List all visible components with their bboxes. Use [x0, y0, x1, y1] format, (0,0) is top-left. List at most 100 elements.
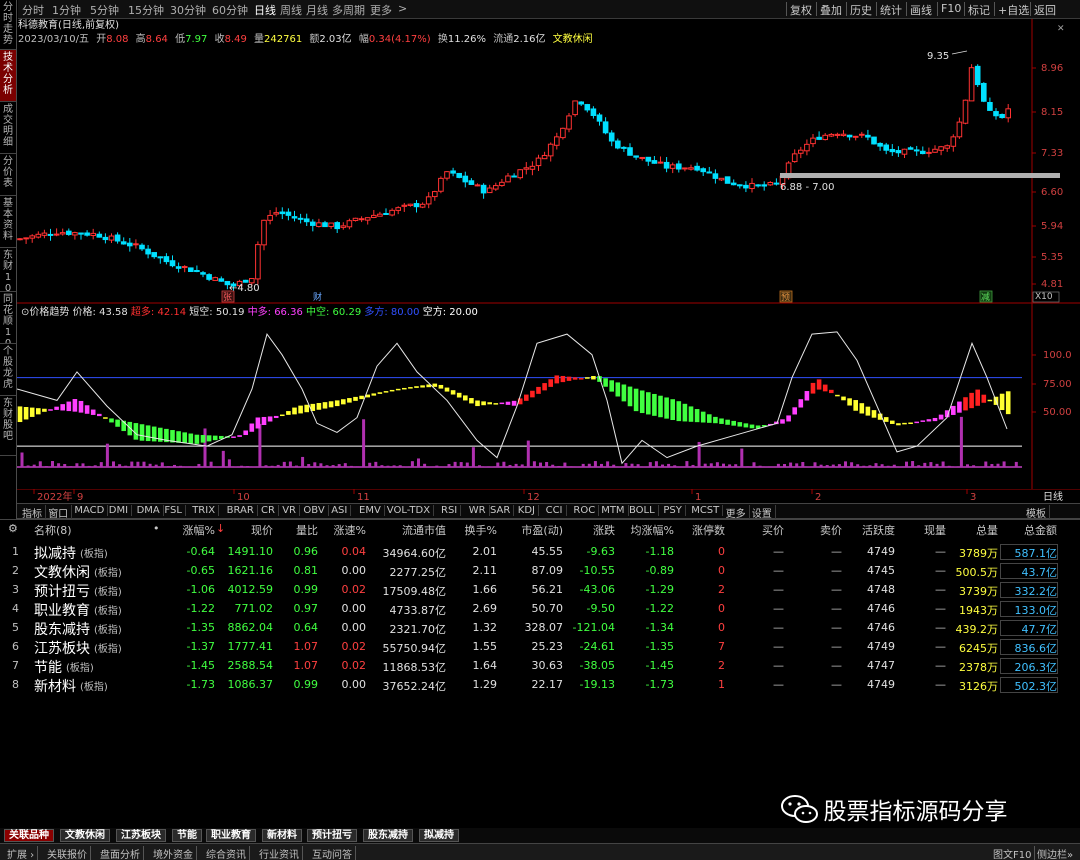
indicator-tab-21[interactable]: BOLL: [626, 505, 659, 516]
sidebar-toggle-button[interactable]: 侧边栏»: [1034, 846, 1076, 860]
sidebar-tab-3[interactable]: 分价表: [0, 154, 16, 196]
table-row[interactable]: 5 股东减持 (板指) -1.35 8862.04 0.64 0.00 2321.70亿 1.3…: [0, 618, 1080, 638]
table-header-3[interactable]: 现价: [251, 522, 273, 538]
f10-button[interactable]: 图文F10: [990, 846, 1036, 860]
table-header-2[interactable]: 涨幅%: [183, 522, 215, 538]
status-item-2[interactable]: 盘面分析: [97, 846, 144, 860]
table-row[interactable]: 4 职业教育 (板指) -1.22 771.02 0.97 0.00 4733.87亿 2.69…: [0, 599, 1080, 619]
related-tab-6[interactable]: 预计扭亏: [307, 829, 357, 842]
table-row[interactable]: 6 江苏板块 (板指) -1.37 1777.41 1.07 0.02 55750.94亿 1.…: [0, 637, 1080, 657]
table-row[interactable]: 2 文教休闲 (板指) -0.65 1621.16 0.81 0.00 2277.25亿 2.1…: [0, 561, 1080, 581]
period-tab-7[interactable]: 周线: [280, 2, 302, 18]
indicator-tab-9[interactable]: VR: [279, 505, 300, 516]
event-mark-cai[interactable]: 财: [313, 291, 322, 303]
period-tab-0[interactable]: 分时: [22, 2, 44, 18]
related-tab-3[interactable]: 节能: [172, 829, 202, 842]
indicator-tab-16[interactable]: SAR: [487, 505, 515, 516]
toolbar-button-6[interactable]: 标记: [968, 2, 990, 18]
indicator-tab-1[interactable]: 窗口: [45, 505, 73, 520]
table-header-5[interactable]: 涨速%: [334, 522, 366, 538]
toolbar-button-1[interactable]: 叠加: [820, 2, 842, 18]
indicator-tab-12[interactable]: EMV: [356, 505, 385, 516]
sidebar-tab-8[interactable]: 东财股吧: [0, 396, 16, 456]
indicator-chart[interactable]: ⊙价格趋势 价格: 43.58 超多: 42.14 短空: 50.19 中多: …: [17, 304, 1080, 489]
event-mark-zhang[interactable]: 张: [221, 290, 235, 303]
period-tab-9[interactable]: 多周期: [332, 2, 365, 18]
table-header-15[interactable]: 现量: [924, 522, 946, 538]
table-header-16[interactable]: 总量: [976, 522, 998, 538]
status-item-4[interactable]: 综合资讯: [203, 846, 250, 860]
status-item-5[interactable]: 行业资讯: [256, 846, 303, 860]
indicator-tab-8[interactable]: CR: [258, 505, 279, 516]
period-tab-10[interactable]: 更多: [370, 2, 392, 18]
period-tab-1[interactable]: 1分钟: [52, 2, 81, 18]
indicator-tab-19[interactable]: ROC: [570, 505, 600, 516]
period-tab-8[interactable]: 月线: [306, 2, 328, 18]
template-tab[interactable]: 模板: [1023, 505, 1050, 520]
toolbar-button-3[interactable]: 统计: [880, 2, 902, 18]
related-tab-8[interactable]: 拟减持: [419, 829, 459, 842]
kline-chart[interactable]: 8.96 8.15 7.33 6.60 5.94 5.35 4.81 6.88 - 7.00…: [17, 19, 1080, 304]
toolbar-button-2[interactable]: 历史: [850, 2, 872, 18]
sidebar-tab-2[interactable]: 成交明细: [0, 102, 16, 154]
table-header-0[interactable]: 名称(8): [34, 522, 72, 538]
table-header-8[interactable]: 市盈(动): [521, 522, 563, 538]
table-header-7[interactable]: 换手%: [465, 522, 497, 538]
indicator-tab-10[interactable]: OBV: [300, 505, 329, 516]
table-header-10[interactable]: 均涨幅%: [631, 522, 674, 538]
sidebar-tab-0[interactable]: 分时走势: [0, 0, 16, 50]
toolbar-button-7[interactable]: +自选: [998, 2, 1029, 18]
table-header-11[interactable]: 涨停数: [692, 522, 725, 538]
status-item-0[interactable]: 扩展 ›: [4, 846, 39, 860]
indicator-tab-6[interactable]: TRIX: [189, 505, 220, 516]
table-row[interactable]: 1 拟减持 (板指) -0.64 1491.10 0.96 0.04 34964.60亿 2.0…: [0, 542, 1080, 562]
period-tab-3[interactable]: 15分钟: [128, 2, 164, 18]
indicator-tab-14[interactable]: RSI: [438, 505, 462, 516]
table-header-4[interactable]: 量比: [296, 522, 318, 538]
status-item-6[interactable]: 互动问答: [309, 846, 356, 860]
indicator-tab-22[interactable]: PSY: [660, 505, 686, 516]
indicator-tab-0[interactable]: 指标: [19, 505, 46, 520]
toolbar-button-5[interactable]: F10: [941, 2, 961, 15]
period-tab-5[interactable]: 60分钟: [212, 2, 248, 18]
period-tab-2[interactable]: 5分钟: [90, 2, 119, 18]
indicator-tab-5[interactable]: FSL: [161, 505, 186, 516]
window-close-icon[interactable]: ✕: [1057, 24, 1065, 34]
event-mark-jian[interactable]: 减: [979, 290, 993, 303]
table-header-12[interactable]: 买价: [762, 522, 784, 538]
indicator-tab-18[interactable]: CCI: [543, 505, 567, 516]
related-tab-0[interactable]: 关联品种: [4, 829, 54, 842]
table-header-13[interactable]: 卖价: [820, 522, 842, 538]
table-row[interactable]: 7 节能 (板指) -1.45 2588.54 1.07 0.02 11868.53亿 1.64…: [0, 656, 1080, 676]
indicator-tab-7[interactable]: BRAR: [224, 505, 258, 516]
related-tab-7[interactable]: 股东减持: [363, 829, 413, 842]
table-row[interactable]: 8 新材料 (板指) -1.73 1086.37 0.99 0.00 37652.24亿 1.2…: [0, 675, 1080, 695]
indicator-tab-25[interactable]: 设置: [749, 505, 776, 520]
table-header-9[interactable]: 涨跌: [593, 522, 615, 538]
indicator-tab-3[interactable]: DMI: [106, 505, 133, 516]
related-tab-1[interactable]: 文教休闲: [60, 829, 110, 842]
indicator-tab-2[interactable]: MACD: [71, 505, 109, 516]
indicator-tab-4[interactable]: DMA: [134, 505, 164, 516]
toolbar-button-4[interactable]: 画线: [910, 2, 932, 18]
table-header-14[interactable]: 活跃度: [862, 522, 895, 538]
status-item-1[interactable]: 关联报价: [44, 846, 91, 860]
sidebar-tab-6[interactable]: 同花顺10: [0, 292, 16, 344]
table-settings-gear-icon[interactable]: ⚙: [8, 522, 18, 535]
status-item-3[interactable]: 境外资金: [150, 846, 197, 860]
table-row[interactable]: 3 预计扭亏 (板指) -1.06 4012.59 0.99 0.02 17509.48亿 1.…: [0, 580, 1080, 600]
toolbar-button-0[interactable]: 复权: [790, 2, 812, 18]
sidebar-tab-1[interactable]: 技术分析: [0, 50, 16, 102]
sort-desc-icon[interactable]: ↓: [216, 522, 225, 535]
table-header-1[interactable]: •: [153, 522, 160, 535]
zoom-x10[interactable]: X10: [1035, 292, 1053, 302]
more-chevron-icon[interactable]: >: [398, 2, 407, 15]
indicator-tab-23[interactable]: MCST: [688, 505, 724, 516]
table-header-6[interactable]: 流通市值: [402, 522, 446, 538]
toolbar-button-8[interactable]: 返回: [1034, 2, 1056, 18]
related-tab-2[interactable]: 江苏板块: [116, 829, 166, 842]
related-tab-4[interactable]: 职业教育: [206, 829, 256, 842]
indicator-tab-13[interactable]: VOL-TDX: [384, 505, 435, 516]
period-tab-4[interactable]: 30分钟: [170, 2, 206, 18]
indicator-tab-17[interactable]: KDJ: [515, 505, 540, 516]
